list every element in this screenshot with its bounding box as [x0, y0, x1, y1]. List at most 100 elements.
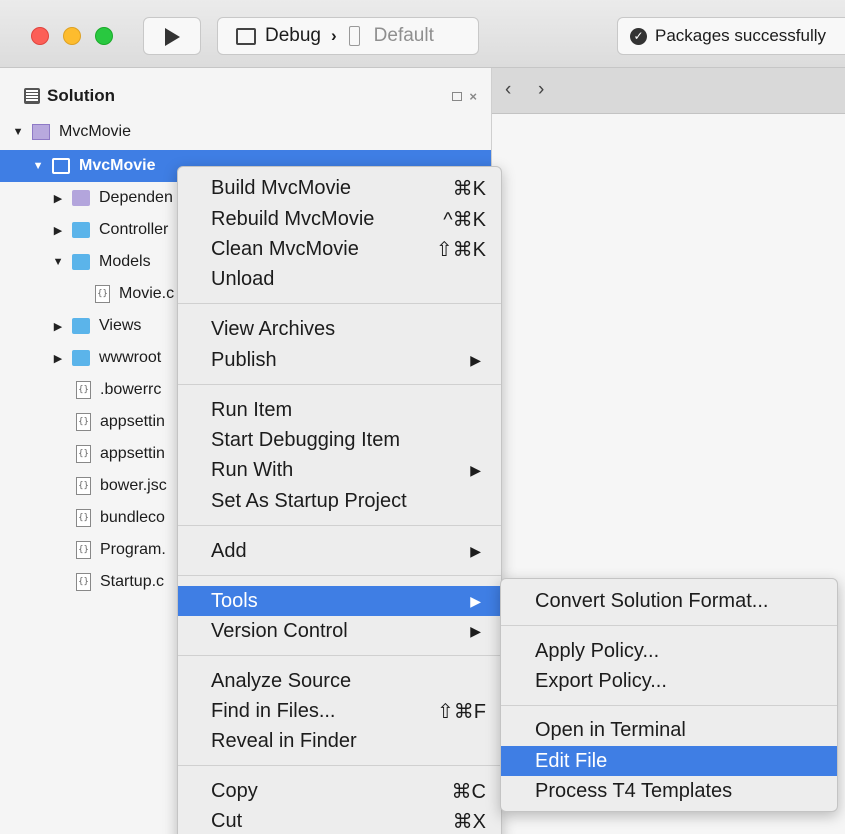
menu-item-publish[interactable]: Publish ▶ — [178, 345, 501, 375]
back-arrow-icon[interactable]: ‹ — [505, 79, 511, 101]
menu-item-start-debugging[interactable]: Start Debugging Item — [178, 425, 501, 455]
run-button[interactable] — [143, 17, 201, 55]
menu-item-shortcut: ⌘K — [452, 177, 486, 200]
checkmark-icon: ✓ — [630, 27, 647, 45]
menu-item-unload[interactable]: Unload — [178, 264, 501, 294]
menu-item-shortcut: ⇧⌘F — [437, 700, 486, 723]
tree-item-label: Views — [99, 317, 142, 334]
tree-item-label: wwwroot — [99, 349, 162, 366]
zoom-window-button[interactable] — [95, 27, 113, 45]
forward-arrow-icon[interactable]: › — [538, 79, 544, 101]
expanded-arrow-icon[interactable]: ▼ — [13, 126, 24, 138]
maximize-pad-icon[interactable] — [452, 92, 463, 101]
configuration-label: Debug — [265, 25, 321, 46]
code-file-icon: {} — [76, 509, 91, 527]
tree-item-label: Movie.c — [119, 285, 175, 302]
menu-item-label: Apply Policy... — [535, 639, 660, 662]
menu-item-tools[interactable]: Tools ▶ — [178, 586, 501, 616]
tree-item-label: bower.jsc — [100, 477, 167, 494]
code-file-icon: {} — [76, 413, 91, 431]
menu-item-analyze-source[interactable]: Analyze Source — [178, 666, 501, 696]
menu-item-add[interactable]: Add ▶ — [178, 536, 501, 566]
menu-item-label: Add — [211, 539, 247, 562]
collapsed-arrow-icon[interactable]: ▶ — [53, 320, 63, 333]
device-label: Default — [373, 25, 434, 46]
menu-item-shortcut: ⌘X — [452, 810, 486, 833]
menu-item-label: Publish — [211, 348, 277, 371]
menu-item-label: Run Item — [211, 398, 293, 421]
menu-separator — [501, 625, 837, 626]
menu-item-label: Process T4 Templates — [535, 779, 733, 802]
context-menu: Build MvcMovie ⌘K Rebuild MvcMovie ^⌘K C… — [177, 166, 502, 834]
collapsed-arrow-icon[interactable]: ▶ — [53, 192, 63, 205]
dependencies-folder-icon — [72, 190, 90, 206]
menu-item-label: Unload — [211, 267, 275, 290]
menu-item-reveal-in-finder[interactable]: Reveal in Finder — [178, 726, 501, 756]
menu-item-find-in-files[interactable]: Find in Files... ⇧⌘F — [178, 696, 501, 726]
configuration-selector[interactable]: Debug › Default — [217, 17, 479, 55]
close-pad-icon[interactable]: × — [469, 89, 477, 104]
close-window-button[interactable] — [31, 27, 49, 45]
tree-item-label: MvcMovie — [59, 123, 132, 140]
menu-item-run-item[interactable]: Run Item — [178, 395, 501, 425]
menu-item-label: Clean MvcMovie — [211, 237, 359, 260]
menu-item-convert-solution[interactable]: Convert Solution Format... — [501, 586, 837, 616]
menu-item-label: Start Debugging Item — [211, 428, 400, 451]
submenu-arrow-icon: ▶ — [470, 542, 481, 559]
menu-item-export-policy[interactable]: Export Policy... — [501, 666, 837, 696]
menu-item-label: Export Policy... — [535, 669, 667, 692]
menu-separator — [178, 384, 501, 385]
tree-item-label: Models — [99, 253, 151, 270]
menu-item-set-startup[interactable]: Set As Startup Project — [178, 486, 501, 516]
tree-item-label: Startup.c — [100, 573, 165, 590]
submenu-arrow-icon: ▶ — [470, 461, 481, 478]
menu-separator — [501, 705, 837, 706]
code-file-icon: {} — [76, 573, 91, 591]
menu-item-version-control[interactable]: Version Control ▶ — [178, 616, 501, 646]
menu-item-apply-policy[interactable]: Apply Policy... — [501, 636, 837, 666]
solution-pad-icon — [24, 88, 40, 104]
menu-item-rebuild[interactable]: Rebuild MvcMovie ^⌘K — [178, 204, 501, 234]
menu-item-label: Tools — [211, 589, 258, 612]
menu-item-process-t4[interactable]: Process T4 Templates — [501, 776, 837, 806]
menu-item-cut[interactable]: Cut ⌘X — [178, 806, 501, 834]
menu-item-view-archives[interactable]: View Archives — [178, 314, 501, 344]
minimize-window-button[interactable] — [63, 27, 81, 45]
status-bar: ✓ Packages successfully — [617, 17, 845, 55]
solution-pad-title: Solution — [47, 86, 115, 105]
code-file-icon: {} — [76, 445, 91, 463]
menu-item-label: Run With — [211, 458, 294, 481]
menu-item-label: Reveal in Finder — [211, 729, 357, 752]
menu-item-label: Find in Files... — [211, 699, 336, 722]
code-file-icon: {} — [76, 541, 91, 559]
menu-item-clean[interactable]: Clean MvcMovie ⇧⌘K — [178, 234, 501, 264]
menu-item-edit-file[interactable]: Edit File — [501, 746, 837, 776]
submenu-arrow-icon: ▶ — [470, 622, 481, 639]
menu-item-copy[interactable]: Copy ⌘C — [178, 776, 501, 806]
menu-separator — [178, 655, 501, 656]
menu-item-build[interactable]: Build MvcMovie ⌘K — [178, 173, 501, 203]
menu-item-label: Rebuild MvcMovie — [211, 207, 375, 230]
main-toolbar: Debug › Default ✓ Packages successfully — [0, 0, 845, 68]
tree-item-label: bundleco — [100, 509, 165, 526]
menu-item-label: Set As Startup Project — [211, 489, 407, 512]
collapsed-arrow-icon[interactable]: ▶ — [53, 224, 63, 237]
tree-item-label: Program. — [100, 541, 166, 558]
expanded-arrow-icon[interactable]: ▼ — [33, 160, 44, 172]
expanded-arrow-icon[interactable]: ▼ — [53, 256, 64, 268]
tree-item-label: MvcMovie — [79, 157, 156, 174]
tree-item-solution[interactable]: ▼ MvcMovie — [0, 116, 491, 148]
submenu-arrow-icon: ▶ — [470, 592, 481, 609]
editor-tab-bar: ‹ › — [492, 68, 845, 114]
menu-item-run-with[interactable]: Run With ▶ — [178, 455, 501, 485]
code-file-icon: {} — [95, 285, 110, 303]
tree-item-label: .bowerrc — [100, 381, 162, 398]
menu-item-label: Cut — [211, 809, 243, 832]
collapsed-arrow-icon[interactable]: ▶ — [53, 352, 63, 365]
folder-icon — [72, 318, 90, 334]
tree-item-label: appsettin — [100, 413, 165, 430]
menu-item-open-in-terminal[interactable]: Open in Terminal — [501, 715, 837, 745]
tree-item-label: appsettin — [100, 445, 165, 462]
menu-item-shortcut: ^⌘K — [443, 208, 486, 231]
status-text: Packages successfully — [655, 26, 827, 45]
